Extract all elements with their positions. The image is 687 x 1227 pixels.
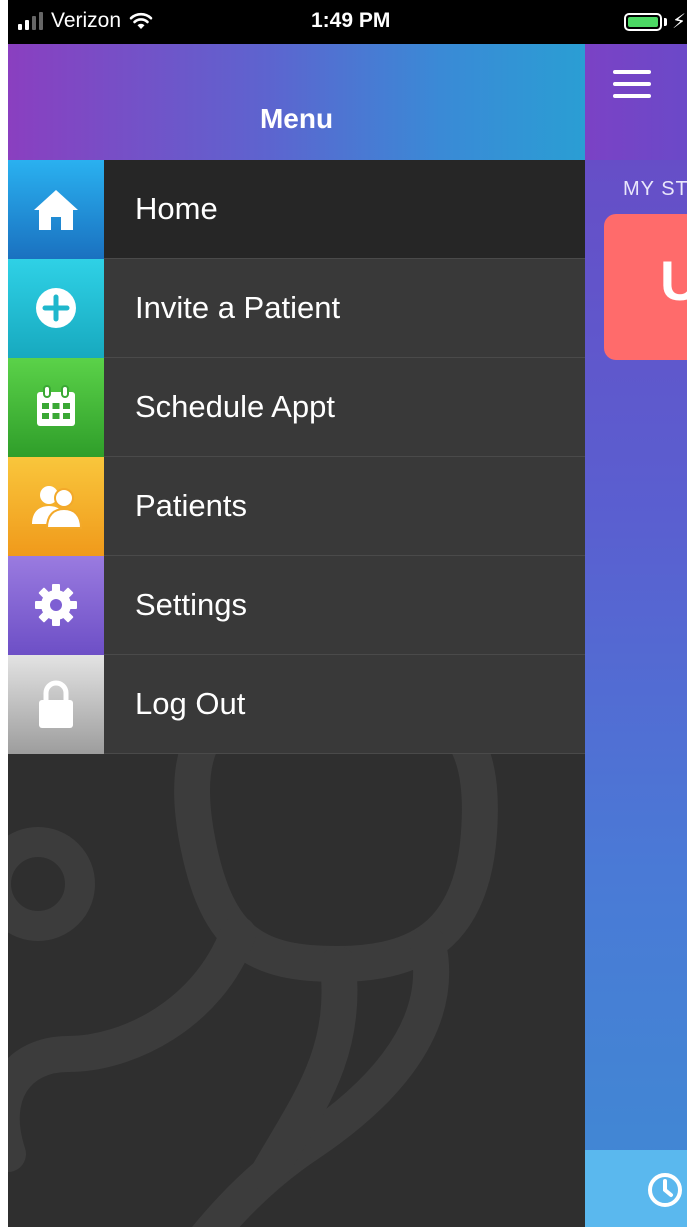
menu-label-home: Home	[135, 191, 218, 226]
bottom-tab-bar	[585, 1150, 687, 1227]
menu-item-schedule-appt[interactable]: Schedule Appt	[8, 357, 585, 457]
menu-label-patients: Patients	[135, 488, 248, 523]
menu-list: Home Invite a Patient Schedule Appt Pati…	[8, 159, 585, 754]
status-card[interactable]: U	[604, 214, 687, 360]
status-left: Verizon	[18, 9, 153, 33]
invite-icon-tile	[8, 258, 104, 358]
menu-label-log-out: Log Out	[135, 686, 246, 721]
home-icon-tile	[8, 159, 104, 259]
main-header	[585, 44, 687, 160]
status-bar: Verizon 1:49 PM ⚡	[8, 0, 687, 44]
battery-tip	[664, 18, 667, 26]
menu-label-settings: Settings	[135, 587, 248, 622]
hamburger-icon[interactable]	[613, 70, 651, 98]
lock-icon	[39, 680, 73, 728]
wifi-icon	[129, 12, 153, 29]
main-screen: MY ST U	[585, 44, 687, 1227]
calendar-icon	[37, 385, 75, 426]
status-card-letter: U	[660, 249, 687, 312]
people-icon	[32, 486, 83, 529]
home-icon	[34, 190, 78, 230]
menu-item-invite-patient[interactable]: Invite a Patient	[8, 258, 585, 358]
settings-icon-tile	[8, 555, 104, 655]
signal-icon	[18, 12, 43, 30]
status-time: 1:49 PM	[311, 9, 391, 32]
battery-icon	[624, 13, 662, 31]
schedule-icon-tile	[8, 357, 104, 457]
patients-icon-tile	[8, 456, 104, 556]
logout-icon-tile	[8, 654, 104, 754]
clock-icon[interactable]	[645, 1170, 685, 1210]
drawer-title: Menu	[259, 103, 334, 134]
menu-label-schedule-appt: Schedule Appt	[135, 389, 335, 424]
plus-circle-icon	[36, 288, 76, 328]
drawer-header: Menu	[8, 44, 585, 160]
menu-item-settings[interactable]: Settings	[8, 555, 585, 655]
main-section-title: MY ST	[623, 178, 687, 200]
menu-item-patients[interactable]: Patients	[8, 456, 585, 556]
menu-label-invite-patient: Invite a Patient	[135, 290, 341, 325]
carrier-name: Verizon	[51, 9, 122, 32]
charging-bolt-icon: ⚡	[672, 11, 687, 33]
stethoscope-icon	[8, 684, 498, 1227]
menu-item-home[interactable]: Home	[8, 159, 585, 259]
gear-icon	[35, 584, 77, 626]
side-drawer: Menu Home Invite a Patient Schedule Appt…	[8, 44, 585, 1227]
menu-item-log-out[interactable]: Log Out	[8, 654, 585, 754]
